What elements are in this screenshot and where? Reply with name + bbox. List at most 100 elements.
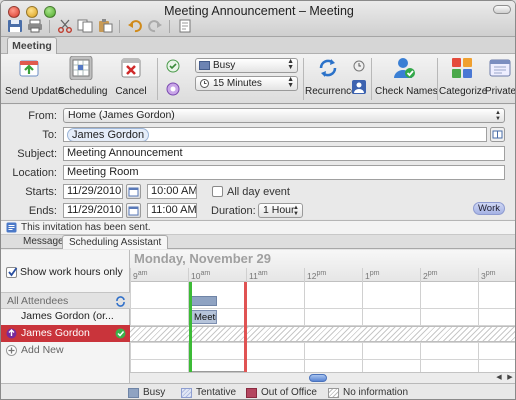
- title-bar: Meeting Announcement – Meeting: [1, 1, 515, 37]
- undo-icon[interactable]: [127, 19, 143, 33]
- row-divider: [130, 359, 515, 360]
- to-field[interactable]: James Gordon: [63, 127, 487, 142]
- redo-icon[interactable]: [147, 19, 163, 33]
- out-of-office-swatch: [246, 388, 257, 398]
- scroll-left-arrow[interactable]: ◀: [494, 373, 504, 383]
- refresh-icon[interactable]: [115, 296, 126, 307]
- cut-icon[interactable]: [57, 19, 73, 33]
- reminder-value: 15 Minutes: [213, 78, 262, 89]
- chevron-updown-icon: ▲ ▼: [287, 58, 294, 71]
- scroll-right-arrow[interactable]: ▶: [505, 373, 515, 383]
- scheduling-assistant: Show work hours only All Attendees James…: [1, 250, 515, 383]
- legend-no-information: No information: [328, 387, 408, 399]
- add-new-label: Add New: [21, 344, 64, 356]
- add-new-attendee[interactable]: Add New: [1, 342, 130, 359]
- legend-busy-label: Busy: [143, 387, 166, 398]
- attendee-name: James Gordon: [21, 327, 90, 339]
- legend-tentative: Tentative: [181, 387, 236, 399]
- duration-select[interactable]: 1 Hour ▲ ▼: [258, 203, 303, 218]
- start-date-picker-button[interactable]: [126, 184, 141, 199]
- print-icon[interactable]: [27, 19, 43, 33]
- legend-out-of-office: Out of Office: [246, 387, 317, 399]
- document-icon[interactable]: [177, 19, 193, 33]
- subject-field[interactable]: Meeting Announcement: [63, 146, 505, 161]
- view-tabs: Message Scheduling Assistant: [1, 235, 515, 249]
- legend-out-of-office-label: Out of Office: [261, 387, 317, 398]
- ribbon-separator: [157, 58, 158, 100]
- meeting-notes-icon[interactable]: [165, 58, 181, 74]
- category-work-badge[interactable]: Work: [473, 202, 505, 215]
- show-as-value: Busy: [213, 60, 236, 71]
- recurrence-icon: [319, 59, 337, 77]
- hour-label: 10am: [191, 269, 211, 281]
- toolbar-separator: [49, 20, 50, 33]
- calendar-icon: [128, 187, 139, 197]
- legend: Busy Tentative Out of Office No informat…: [1, 383, 515, 399]
- show-work-hours-checkbox[interactable]: [6, 267, 18, 278]
- from-select[interactable]: Home (James Gordon) ▲ ▼: [63, 108, 505, 123]
- address-book-icon[interactable]: [490, 127, 505, 142]
- info-message: This invitation has been sent.: [21, 222, 151, 233]
- location-label: Location:: [12, 167, 57, 179]
- lync-online-meeting-icon[interactable]: [165, 81, 181, 97]
- busy-swatch: [128, 388, 139, 398]
- end-date-field[interactable]: 11/29/2010: [63, 203, 123, 218]
- busy-swatch: [199, 61, 210, 70]
- check-names-button[interactable]: Check Names: [375, 56, 438, 97]
- location-field[interactable]: Meeting Room: [63, 165, 505, 180]
- legend-busy: Busy: [128, 387, 165, 399]
- contact-icon[interactable]: [352, 80, 366, 94]
- show-work-hours-label: Show work hours only: [20, 266, 123, 278]
- zoom-window-button[interactable]: [44, 6, 56, 18]
- end-date-picker-button[interactable]: [126, 203, 141, 218]
- private-button[interactable]: Private: [485, 56, 515, 97]
- minimize-window-button[interactable]: [26, 6, 38, 18]
- paste-icon[interactable]: [97, 19, 113, 33]
- recipient-token[interactable]: James Gordon: [67, 128, 150, 141]
- no-information-row: [130, 326, 515, 342]
- all-day-label: All day event: [227, 186, 290, 198]
- recurrence-button[interactable]: Recurrence: [305, 56, 357, 97]
- timeline-scrollbar[interactable]: ◀ ▶: [130, 372, 515, 383]
- meeting-start-marker[interactable]: [189, 282, 192, 372]
- start-time-field[interactable]: 10:00 AM: [147, 184, 197, 199]
- scheduling-button[interactable]: Scheduling: [58, 55, 107, 97]
- info-icon: [6, 222, 17, 233]
- meeting-busy-block[interactable]: Meetin: [191, 310, 217, 324]
- toolbar-toggle-button[interactable]: [493, 5, 511, 14]
- categorize-label: Categorize: [439, 86, 488, 97]
- all-day-checkbox[interactable]: [212, 186, 223, 197]
- categorize-button[interactable]: Categorize: [439, 56, 488, 97]
- ribbon-separator: [371, 58, 372, 100]
- from-value: Home (James Gordon): [68, 109, 175, 121]
- attendee-row-selected[interactable]: James Gordon: [1, 325, 130, 342]
- free-busy-grid[interactable]: Monday, November 29 9am 10am 11am 12pm 1…: [130, 250, 515, 383]
- meeting-end-marker[interactable]: [244, 282, 247, 372]
- row-divider: [130, 342, 515, 343]
- end-time-field[interactable]: 11:00 AM: [147, 203, 197, 218]
- all-attendees-busy-block: [191, 296, 217, 306]
- window-title: Meeting Announcement – Meeting: [164, 4, 354, 18]
- send-update-button[interactable]: Send Update: [5, 56, 63, 97]
- hour-label: 9am: [133, 269, 148, 281]
- copy-icon[interactable]: [77, 19, 93, 33]
- cancel-meeting-button[interactable]: Cancel: [111, 56, 151, 97]
- add-icon: [6, 345, 17, 356]
- from-label: From:: [28, 110, 57, 122]
- attendee-row[interactable]: James Gordon (or...: [1, 308, 130, 325]
- time-zone-icon[interactable]: [353, 60, 365, 72]
- hour-label: 11am: [249, 269, 268, 281]
- close-window-button[interactable]: [8, 6, 20, 18]
- tentative-swatch: [181, 388, 192, 398]
- check-names-icon: [394, 58, 415, 78]
- scrollbar-thumb[interactable]: [309, 374, 327, 382]
- show-as-select[interactable]: Busy ▲ ▼: [195, 58, 298, 73]
- hour-label: 2pm: [423, 269, 438, 281]
- reminder-select[interactable]: 15 Minutes ▲ ▼: [195, 76, 298, 91]
- calendar-icon: [128, 206, 139, 216]
- save-icon[interactable]: [7, 19, 23, 33]
- tab-meeting[interactable]: Meeting: [7, 37, 57, 54]
- tab-scheduling-assistant[interactable]: Scheduling Assistant: [62, 235, 169, 249]
- info-bar: This invitation has been sent.: [1, 220, 515, 235]
- start-date-field[interactable]: 11/29/2010: [63, 184, 123, 199]
